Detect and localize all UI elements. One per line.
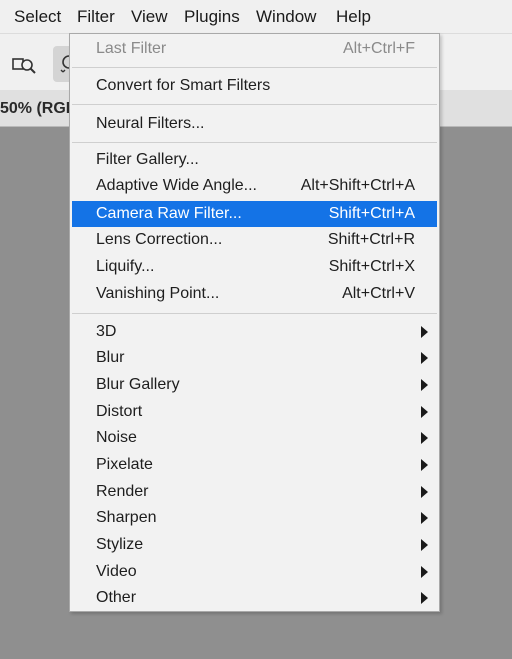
convert-smart-filters-item[interactable]: Convert for Smart Filters [72,72,437,100]
submenu-sharpen[interactable]: Sharpen [72,505,437,531]
adaptive-wide-angle-item[interactable]: Adaptive Wide Angle... Alt+Shift+Ctrl+A [72,173,437,199]
submenu-arrow-icon [421,352,428,364]
submenu-video[interactable]: Video [72,559,437,585]
submenu-arrow-icon [421,539,428,551]
zoom-window-icon[interactable] [10,50,38,78]
submenu-arrow-icon [421,486,428,498]
submenu-noise[interactable]: Noise [72,425,437,451]
menu-window[interactable]: Window [256,0,316,33]
menu-select[interactable]: Select [14,0,61,33]
liquify-item[interactable]: Liquify... Shift+Ctrl+X [72,254,437,280]
menu-bar: Select Filter View Plugins Window Help [0,0,512,33]
lens-correction-item[interactable]: Lens Correction... Shift+Ctrl+R [72,227,437,253]
submenu-blur-gallery[interactable]: Blur Gallery [72,372,437,398]
submenu-arrow-icon [421,512,428,524]
submenu-distort[interactable]: Distort [72,399,437,425]
menu-separator [72,104,437,105]
submenu-arrow-icon [421,566,428,578]
filter-menu: Last Filter Alt+Ctrl+F Convert for Smart… [69,33,440,612]
submenu-arrow-icon [421,432,428,444]
submenu-stylize[interactable]: Stylize [72,532,437,558]
menu-view[interactable]: View [131,0,168,33]
submenu-arrow-icon [421,326,428,338]
vanishing-point-item[interactable]: Vanishing Point... Alt+Ctrl+V [72,281,437,307]
document-tab-label: 50% (RGB [0,100,78,117]
menu-separator [72,67,437,68]
submenu-arrow-icon [421,592,428,604]
last-filter-item: Last Filter Alt+Ctrl+F [96,40,415,57]
menu-help[interactable]: Help [336,0,371,33]
submenu-render[interactable]: Render [72,479,437,505]
submenu-arrow-icon [421,379,428,391]
submenu-3d[interactable]: 3D [72,319,437,345]
menu-separator [72,142,437,143]
submenu-other[interactable]: Other [72,585,437,611]
camera-raw-filter-item[interactable]: Camera Raw Filter... Shift+Ctrl+A [72,201,437,227]
submenu-pixelate[interactable]: Pixelate [72,452,437,478]
neural-filters-item[interactable]: Neural Filters... [72,110,437,138]
filter-gallery-item[interactable]: Filter Gallery... [72,147,437,173]
submenu-blur[interactable]: Blur [72,345,437,371]
menu-plugins[interactable]: Plugins [184,0,240,33]
submenu-arrow-icon [421,459,428,471]
menu-separator [72,313,437,314]
submenu-arrow-icon [421,406,428,418]
menu-filter[interactable]: Filter [77,0,115,33]
